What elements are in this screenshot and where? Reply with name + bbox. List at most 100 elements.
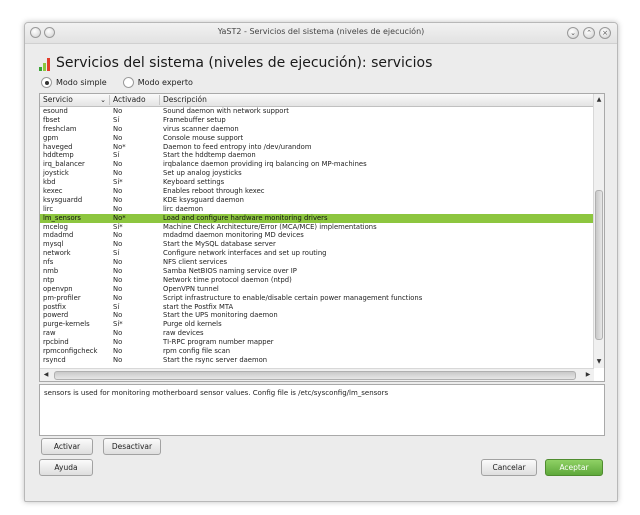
table-row[interactable]: kbd Sí* Keyboard settings bbox=[40, 178, 594, 187]
cell-description: Console mouse support bbox=[163, 133, 244, 142]
column-service-label: Servicio bbox=[43, 95, 73, 104]
cell-description: KDE ksysguard daemon bbox=[163, 195, 244, 204]
table-row[interactable]: fbset Sí Framebuffer setup bbox=[40, 116, 594, 125]
cell-description: rpm config file scan bbox=[163, 347, 231, 356]
cell-enabled: No bbox=[113, 311, 123, 320]
maximize-icon[interactable]: ⌃ bbox=[583, 27, 595, 39]
radio-simple-indicator[interactable] bbox=[41, 77, 52, 88]
scroll-down-icon[interactable]: ▼ bbox=[594, 358, 604, 366]
cell-description: start the Postfix MTA bbox=[163, 302, 234, 311]
cell-enabled: No bbox=[113, 338, 123, 347]
cell-service: gpm bbox=[43, 133, 59, 142]
cell-service: ntp bbox=[43, 275, 55, 284]
table-row[interactable]: mdadmd No mdadmd daemon monitoring MD devi… bbox=[40, 231, 594, 240]
cell-service: esound bbox=[43, 107, 68, 115]
cell-enabled: No bbox=[113, 267, 123, 276]
cell-description: TI-RPC program number mapper bbox=[163, 338, 274, 347]
cell-enabled: No bbox=[113, 329, 123, 338]
table-row[interactable]: irq_balancer No irqbalance daemon providin… bbox=[40, 160, 594, 169]
table-row[interactable]: hddtemp Sí Start the hddtemp daemon bbox=[40, 151, 594, 160]
cell-enabled: No bbox=[113, 240, 123, 249]
yast-logo-icon bbox=[39, 58, 50, 71]
table-row[interactable]: postfix Sí start the Postfix MTA bbox=[40, 303, 594, 312]
cell-service: lm_sensors bbox=[43, 213, 81, 222]
cell-service: network bbox=[43, 249, 71, 258]
cell-service: raw bbox=[43, 329, 56, 338]
cell-enabled: No* bbox=[113, 213, 126, 222]
cell-enabled: Sí* bbox=[113, 320, 123, 329]
close-icon[interactable]: × bbox=[599, 27, 611, 39]
cell-enabled: No bbox=[113, 275, 123, 284]
scroll-up-icon[interactable]: ▲ bbox=[594, 96, 604, 104]
mode-expert-label: Modo experto bbox=[137, 78, 193, 87]
service-description: sensors is used for monitoring motherboa… bbox=[39, 384, 605, 436]
table-row[interactable]: network Sí Configure network interfaces an… bbox=[40, 249, 594, 258]
page-title: Servicios del sistema (niveles de ejecuc… bbox=[56, 55, 433, 71]
table-row[interactable]: esound No Sound daemon with network suppor… bbox=[40, 107, 594, 116]
table-row[interactable]: ntp No Network time protocol daemon (ntpd) bbox=[40, 276, 594, 285]
table-row[interactable]: rsyncd No Start the rsync server daemon bbox=[40, 356, 594, 365]
table-row[interactable]: kexec No Enables reboot through kexec bbox=[40, 187, 594, 196]
column-header-service[interactable]: Servicio ⌄ bbox=[40, 95, 110, 105]
cell-service: fbset bbox=[43, 115, 61, 124]
cell-service: haveged bbox=[43, 142, 73, 151]
accept-button[interactable]: Aceptar bbox=[545, 459, 603, 476]
table-row[interactable]: nfs No NFS client services bbox=[40, 258, 594, 267]
table-row[interactable]: nmb No Samba NetBIOS naming service over I… bbox=[40, 267, 594, 276]
cell-description: Samba NetBIOS naming service over IP bbox=[163, 267, 297, 276]
table-row[interactable]: ksysguardd No KDE ksysguard daemon bbox=[40, 196, 594, 205]
services-table[interactable]: Servicio ⌄ Activado Descripción esound No… bbox=[39, 93, 605, 382]
cell-description: mdadmd daemon monitoring MD devices bbox=[163, 231, 304, 240]
cell-service: hddtemp bbox=[43, 151, 74, 160]
table-row[interactable]: pm-profiler No Script infrastructure to en… bbox=[40, 294, 594, 303]
activate-button[interactable]: Activar bbox=[41, 438, 93, 455]
table-row[interactable]: joystick No Set up analog joysticks bbox=[40, 169, 594, 178]
radio-expert-indicator[interactable] bbox=[122, 77, 134, 88]
deactivate-button[interactable]: Desactivar bbox=[103, 438, 161, 455]
cell-enabled: No bbox=[113, 187, 123, 196]
cell-description: Start the hddtemp daemon bbox=[163, 151, 256, 160]
table-row[interactable]: lm_sensors No* Load and configure hardware… bbox=[40, 213, 594, 223]
vertical-scroll-thumb[interactable] bbox=[595, 190, 603, 340]
cell-description: Daemon to feed entropy into /dev/urandom bbox=[163, 142, 312, 151]
cell-service: nfs bbox=[43, 258, 54, 267]
help-button[interactable]: Ayuda bbox=[39, 459, 93, 476]
scroll-left-icon[interactable]: ◀ bbox=[42, 371, 50, 379]
vertical-scrollbar[interactable]: ▲ ▼ bbox=[593, 94, 604, 368]
cell-enabled: No bbox=[113, 195, 123, 204]
mode-simple-radio[interactable]: Modo simple bbox=[41, 77, 107, 88]
sort-chevron-icon[interactable]: ⌄ bbox=[100, 95, 106, 105]
table-row[interactable]: powerd No Start the UPS monitoring daemon bbox=[40, 311, 594, 320]
cell-description: Start the MySQL database server bbox=[163, 240, 276, 249]
table-row[interactable]: mcelog Sí* Machine Check Architecture/Erro… bbox=[40, 223, 594, 232]
table-row[interactable]: purge-kernels Sí* Purge old kernels bbox=[40, 320, 594, 329]
table-body[interactable]: esound No Sound daemon with network suppor… bbox=[40, 107, 594, 368]
cell-description: Purge old kernels bbox=[163, 320, 222, 329]
table-row[interactable]: rpmconfigcheck No rpm config file scan bbox=[40, 347, 594, 356]
cell-description: Enables reboot through kexec bbox=[163, 187, 265, 196]
table-row[interactable]: haveged No* Daemon to feed entropy into /d… bbox=[40, 143, 594, 152]
cell-service: openvpn bbox=[43, 284, 73, 293]
table-row[interactable]: freshclam No virus scanner daemon bbox=[40, 125, 594, 134]
table-row[interactable]: mysql No Start the MySQL database server bbox=[40, 240, 594, 249]
horizontal-scrollbar[interactable]: ◀ ▶ bbox=[40, 368, 594, 381]
table-row[interactable]: raw No raw devices bbox=[40, 329, 594, 338]
column-header-description[interactable]: Descripción bbox=[160, 95, 593, 105]
cell-enabled: Sí bbox=[113, 151, 120, 160]
cell-description: irqbalance daemon providing irq balancin… bbox=[163, 160, 367, 169]
cell-enabled: Sí bbox=[113, 249, 120, 258]
mode-expert-radio[interactable]: Modo experto bbox=[122, 77, 193, 88]
horizontal-scroll-thumb[interactable] bbox=[54, 371, 576, 380]
cell-enabled: No bbox=[113, 107, 123, 115]
table-row[interactable]: rpcbind No TI-RPC program number mapper bbox=[40, 338, 594, 347]
cell-service: mysql bbox=[43, 240, 64, 249]
column-header-enabled[interactable]: Activado bbox=[110, 95, 160, 105]
scroll-right-icon[interactable]: ▶ bbox=[584, 371, 592, 379]
cell-service: kexec bbox=[43, 187, 63, 196]
table-row[interactable]: lirc No lirc daemon bbox=[40, 205, 594, 214]
cancel-button[interactable]: Cancelar bbox=[481, 459, 537, 476]
minimize-icon[interactable]: ⌄ bbox=[567, 27, 579, 39]
cell-service: mdadmd bbox=[43, 231, 74, 240]
table-row[interactable]: openvpn No OpenVPN tunnel bbox=[40, 285, 594, 294]
table-row[interactable]: gpm No Console mouse support bbox=[40, 134, 594, 143]
